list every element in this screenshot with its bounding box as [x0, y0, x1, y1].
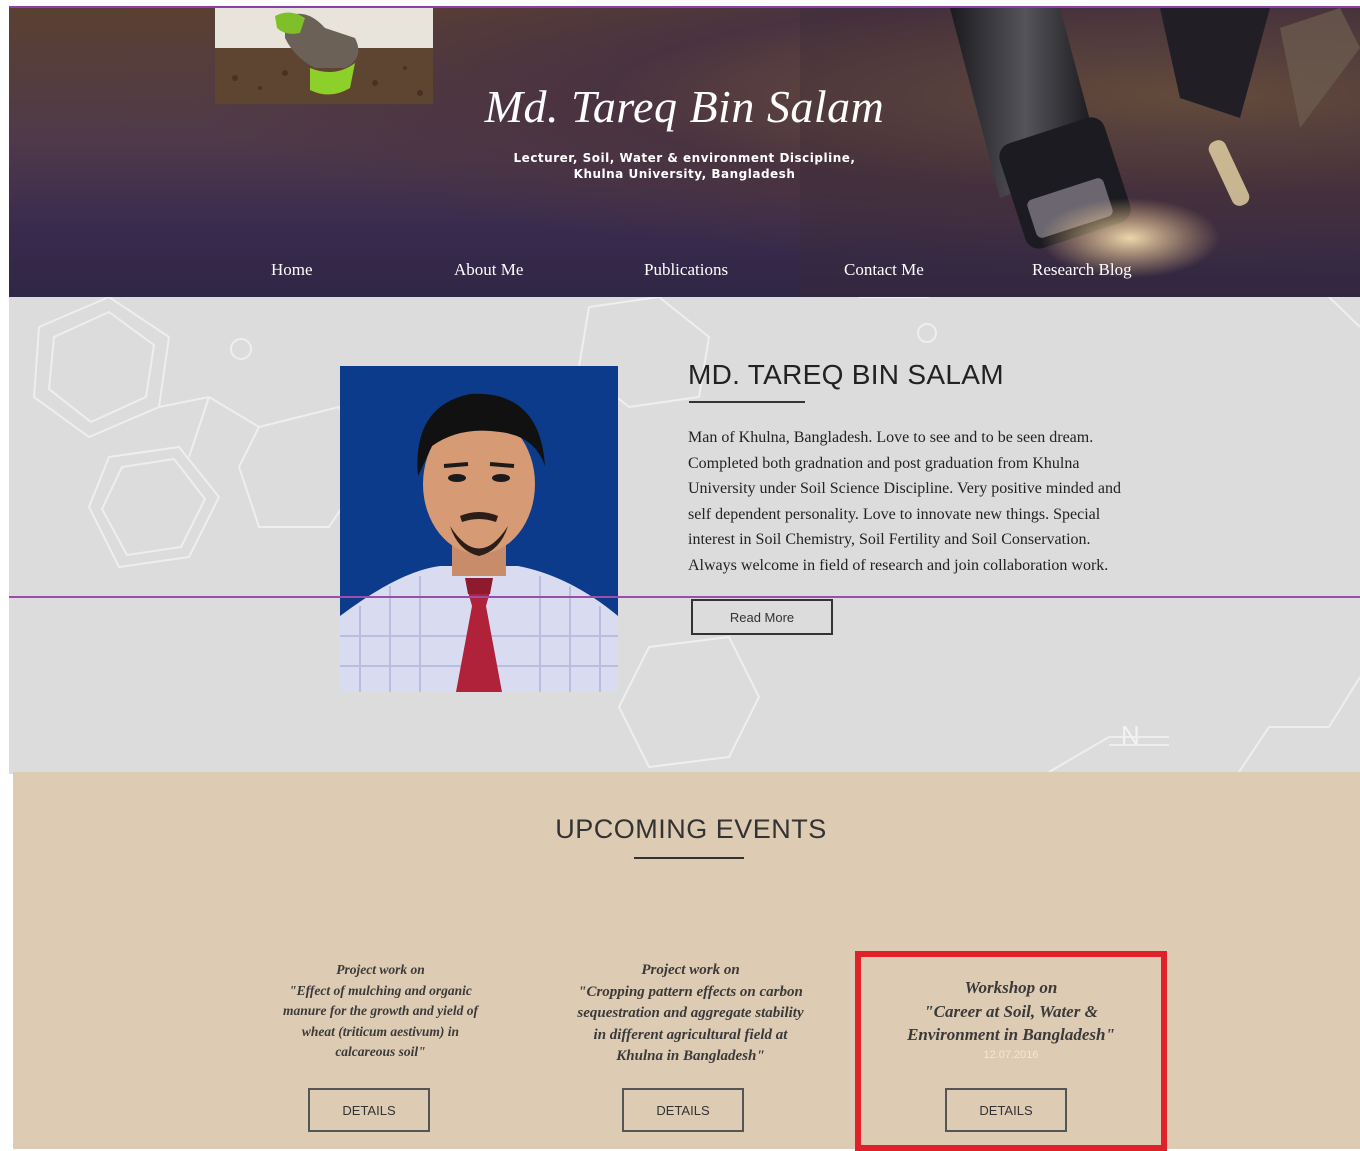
event-2-text: Project work on "Cropping pattern effect… [548, 960, 833, 1068]
event-2-line: "Cropping pattern effects on carbon [578, 983, 803, 1000]
about-bio-text: Man of Khulna, Bangladesh. Love to see a… [688, 429, 1121, 574]
event-1-line: calcareous soil" [335, 1044, 426, 1059]
about-heading: MD. TAREQ BIN SALAM [688, 359, 1004, 390]
events-heading-underline [634, 857, 744, 859]
events-heading: UPCOMING EVENTS [555, 814, 827, 844]
event-1-line: wheat (triticum aestivum) in [301, 1023, 460, 1039]
highlight-annotation-box [855, 951, 1167, 1151]
subtitle-line-2: Khulna University, Bangladesh [573, 167, 796, 181]
event-1-line: manure for the growth and yield of [282, 1003, 479, 1018]
event-card-2: Project work on "Cropping pattern effect… [548, 960, 833, 1068]
nav-item-publications[interactable]: Publications [644, 260, 728, 280]
event-2-line: sequestration and aggregate stability [577, 1005, 804, 1021]
site-subtitle: Lecturer, Soil, Water & environment Disc… [9, 150, 1360, 182]
event-card-1: Project work on "Effect of mulching and … [253, 960, 508, 1063]
main-navigation: Home About Me Publications Contact Me Re… [9, 260, 1360, 290]
event-2-details-button[interactable]: DETAILS [622, 1088, 744, 1132]
subtitle-line-1: Lecturer, Soil, Water & environment Disc… [513, 151, 856, 165]
nav-item-research-blog[interactable]: Research Blog [1032, 260, 1132, 280]
molecule-pattern-background: N [32, 297, 1360, 773]
nav-item-about-me[interactable]: About Me [454, 260, 523, 280]
event-1-line: "Effect of mulching and organic [289, 982, 472, 998]
event-1-text: Project work on "Effect of mulching and … [253, 960, 508, 1063]
about-section: N MD. TAREQ BIN SALAM Man of Khulna, Ban… [9, 297, 1360, 774]
molecule-n-label: N [1121, 720, 1140, 750]
event-2-line: in different agricultural field at [593, 1026, 788, 1043]
screenshot-seam-line [9, 596, 1360, 598]
nav-item-home[interactable]: Home [271, 260, 313, 280]
event-1-details-button[interactable]: DETAILS [308, 1088, 430, 1132]
profile-photo [340, 366, 618, 692]
site-title: Md. Tareq Bin Salam [484, 81, 885, 132]
site-header: Md. Tareq Bin Salam Lecturer, Soil, Wate… [9, 6, 1360, 299]
event-2-line: Project work on [641, 962, 740, 978]
event-2-line: Khulna in Bangladesh" [616, 1048, 765, 1064]
upcoming-events-section: UPCOMING EVENTS Project work on "Effect … [13, 772, 1360, 1151]
heading-underline [689, 401, 805, 403]
event-1-line: Project work on [336, 962, 425, 977]
read-more-button[interactable]: Read More [691, 599, 833, 635]
nav-item-contact-me[interactable]: Contact Me [844, 260, 924, 280]
